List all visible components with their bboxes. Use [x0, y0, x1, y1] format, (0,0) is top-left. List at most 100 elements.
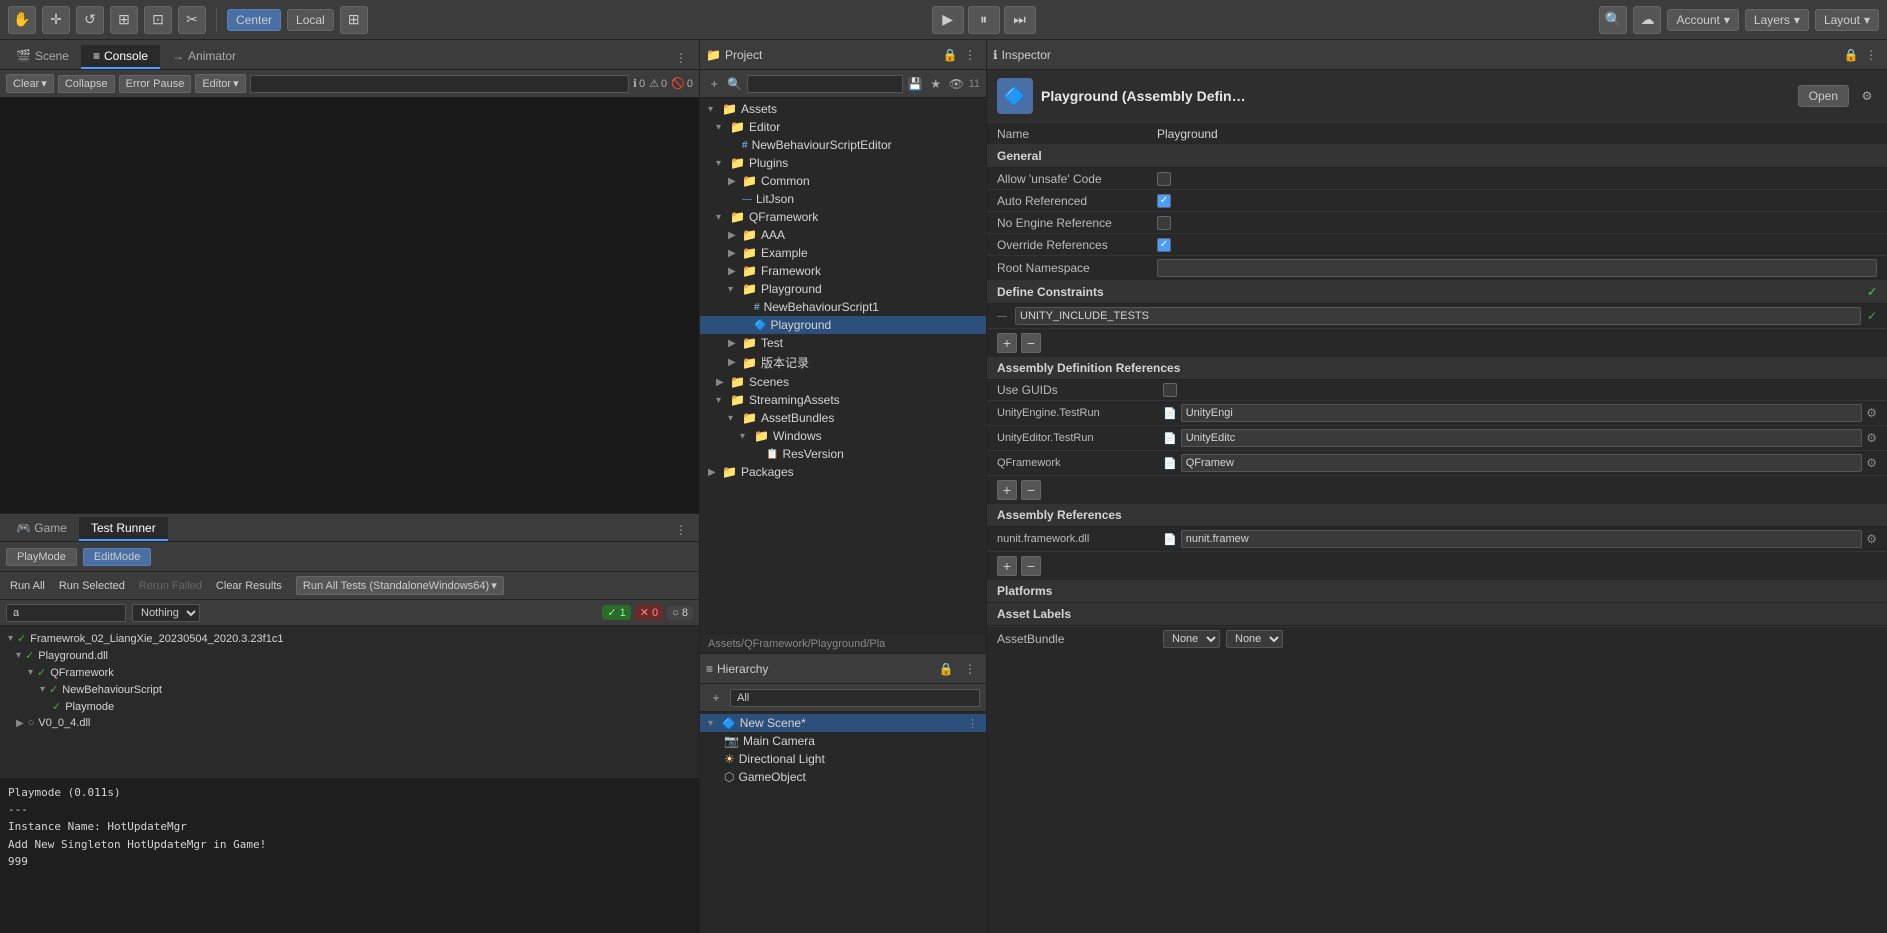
clear-btn[interactable]: Clear ▾ [6, 74, 54, 93]
hierarchy-main-camera[interactable]: 📷 Main Camera [700, 732, 986, 750]
move-tool-btn[interactable]: ✛ [42, 6, 70, 34]
constraint-remove-btn[interactable]: − [1021, 333, 1041, 353]
hierarchy-directional-light[interactable]: ☀ Directional Light [700, 750, 986, 768]
test-item-5[interactable]: ▶ ○ V0_0_4.dll [0, 715, 699, 731]
project-lock-btn[interactable]: 🔒 [940, 45, 960, 65]
tab-animator[interactable]: → Animator [160, 45, 248, 69]
play-btn[interactable]: ▶ [932, 6, 964, 34]
tree-newbehaviourscripteditor[interactable]: # NewBehaviourScriptEditor [700, 136, 986, 154]
tree-playground-folder[interactable]: ▾ 📁 Playground [700, 280, 986, 298]
tree-plugins[interactable]: ▾ 📁 Plugins [700, 154, 986, 172]
rerun-failed-btn[interactable]: Rerun Failed [135, 578, 206, 594]
test-item-3[interactable]: ▾ ✓ NewBehaviourScript [0, 681, 699, 698]
asmdef-ref-input-2[interactable] [1181, 454, 1863, 472]
scale-tool-btn[interactable]: ⊞ [110, 6, 138, 34]
tree-windows[interactable]: ▾ 📁 Windows [700, 427, 986, 445]
use-guids-checkbox[interactable] [1163, 383, 1177, 397]
collab-btn[interactable]: 🔍 [1599, 6, 1627, 34]
hierarchy-scene[interactable]: ▾ 🔷 New Scene* ⋮ [700, 714, 986, 732]
asmdef-ref-input-0[interactable] [1181, 404, 1863, 422]
inspector-lock-btn[interactable]: 🔒 [1841, 45, 1861, 65]
editor-dropdown-btn[interactable]: Editor ▾ [195, 74, 245, 93]
project-search-input[interactable] [747, 75, 903, 93]
asset-bundle-select-2[interactable]: None [1226, 630, 1283, 648]
run-selected-btn[interactable]: Run Selected [55, 578, 129, 594]
asset-bundle-select-1[interactable]: None [1163, 630, 1220, 648]
hierarchy-search-input[interactable] [730, 689, 980, 707]
clear-results-btn[interactable]: Clear Results [212, 578, 286, 594]
asmdef-ref-settings-icon-1[interactable]: ⚙ [1866, 431, 1877, 445]
tree-litjson[interactable]: — LitJson [700, 190, 986, 208]
tab-console[interactable]: ≡ Console [81, 45, 160, 69]
project-more-btn[interactable]: ⋮ [960, 45, 980, 65]
tab-test-runner[interactable]: Test Runner [79, 517, 168, 541]
project-add-btn[interactable]: + [706, 74, 723, 94]
local-toggle[interactable]: Local [287, 9, 334, 31]
center-toggle[interactable]: Center [227, 9, 281, 31]
hierarchy-more-btn[interactable]: ⋮ [960, 659, 980, 679]
editmode-btn[interactable]: EditMode [83, 548, 151, 566]
hierarchy-gameobject[interactable]: ⬡ GameObject [700, 768, 986, 786]
tab-scene[interactable]: 🎬 Scene [4, 45, 81, 69]
tree-example[interactable]: ▶ 📁 Example [700, 244, 986, 262]
account-dropdown[interactable]: Account ▾ [1667, 9, 1738, 31]
assembly-ref-settings-icon-0[interactable]: ⚙ [1866, 532, 1877, 546]
allow-unsafe-checkbox[interactable] [1157, 172, 1171, 186]
asmdef-ref-input-1[interactable] [1181, 429, 1863, 447]
layers-dropdown[interactable]: Layers ▾ [1745, 9, 1809, 31]
test-item-0[interactable]: ▾ ✓ Framewrok_02_LiangXie_20230504_2020.… [0, 630, 699, 647]
tree-assetbundles[interactable]: ▾ 📁 AssetBundles [700, 409, 986, 427]
star-icon-btn[interactable]: ★ [928, 74, 945, 94]
root-namespace-input[interactable] [1157, 259, 1877, 277]
layout-dropdown[interactable]: Layout ▾ [1815, 9, 1879, 31]
cloud-btn[interactable]: ☁ [1633, 6, 1661, 34]
tabs-more-btn[interactable]: ⋮ [667, 47, 695, 69]
asmdef-ref-settings-icon-2[interactable]: ⚙ [1866, 456, 1877, 470]
constraint-input[interactable] [1015, 307, 1861, 325]
tree-resversion[interactable]: 📋 ResVersion [700, 445, 986, 463]
game-tabs-more-btn[interactable]: ⋮ [667, 519, 695, 541]
auto-referenced-checkbox[interactable]: ✓ [1157, 194, 1171, 208]
override-refs-checkbox[interactable]: ✓ [1157, 238, 1171, 252]
tree-packages[interactable]: ▶ 📁 Packages [700, 463, 986, 481]
inspector-more-btn[interactable]: ⋮ [1861, 45, 1881, 65]
tree-common[interactable]: ▶ 📁 Common [700, 172, 986, 190]
tree-playground-asmdef[interactable]: 🔷 Playground [700, 316, 986, 334]
test-item-1[interactable]: ▾ ✓ Playground.dll [0, 647, 699, 664]
asmdef-ref-settings-icon-0[interactable]: ⚙ [1866, 406, 1877, 420]
asmdef-refs-remove-btn[interactable]: − [1021, 480, 1041, 500]
no-engine-ref-checkbox[interactable] [1157, 216, 1171, 230]
playmode-btn[interactable]: PlayMode [6, 548, 77, 566]
tree-newbehaviourscript1[interactable]: # NewBehaviourScript1 [700, 298, 986, 316]
tree-streamingassets[interactable]: ▾ 📁 StreamingAssets [700, 391, 986, 409]
open-btn[interactable]: Open [1798, 85, 1849, 107]
test-filter-select[interactable]: Nothing [132, 604, 200, 622]
transform-tool-btn[interactable]: ⊡ [144, 6, 172, 34]
pause-btn[interactable]: ⏸ [968, 6, 1000, 34]
assembly-refs-remove-btn[interactable]: − [1021, 556, 1041, 576]
tree-scenes[interactable]: ▶ 📁 Scenes [700, 373, 986, 391]
inspector-settings-icon[interactable]: ⚙ [1857, 86, 1877, 106]
run-all-btn[interactable]: Run All [6, 578, 49, 594]
hierarchy-lock-btn[interactable]: 🔒 [936, 659, 956, 679]
grid-snap-btn[interactable]: ⊞ [340, 6, 368, 34]
tree-version-notes[interactable]: ▶ 📁 版本记录 [700, 352, 986, 373]
scene-menu-icon[interactable]: ⋮ [967, 717, 978, 730]
error-pause-btn[interactable]: Error Pause [119, 75, 192, 93]
tree-editor[interactable]: ▾ 📁 Editor [700, 118, 986, 136]
console-search-input[interactable] [250, 75, 629, 93]
step-btn[interactable]: ⏭ [1004, 6, 1036, 34]
hierarchy-add-btn[interactable]: + [706, 688, 726, 708]
asmdef-refs-add-btn[interactable]: + [997, 480, 1017, 500]
assembly-ref-input-0[interactable] [1181, 530, 1863, 548]
extra-tool-btn[interactable]: ✂ [178, 6, 206, 34]
hand-tool-btn[interactable]: ✋ [8, 6, 36, 34]
collapse-btn[interactable]: Collapse [58, 75, 115, 93]
tree-framework[interactable]: ▶ 📁 Framework [700, 262, 986, 280]
test-filter-input[interactable] [6, 604, 126, 622]
test-item-4[interactable]: ✓ Playmode [0, 698, 699, 715]
assembly-refs-add-btn[interactable]: + [997, 556, 1017, 576]
tree-qframework[interactable]: ▾ 📁 QFramework [700, 208, 986, 226]
tab-game[interactable]: 🎮 Game [4, 517, 79, 541]
save-icon-btn[interactable]: 💾 [907, 74, 924, 94]
